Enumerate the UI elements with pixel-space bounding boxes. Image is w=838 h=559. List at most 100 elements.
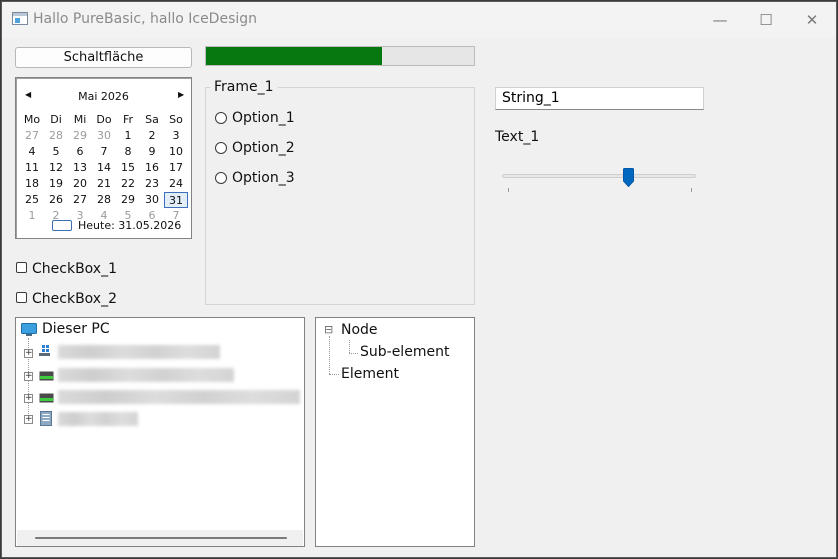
explorer-tree[interactable]: Dieser PC + + + + (15, 317, 305, 547)
calendar-week-row: 4 5 6 7 8 9 10 (20, 144, 188, 160)
drive-icon (39, 393, 54, 403)
collapse-icon[interactable]: ⊟ (324, 323, 333, 336)
calendar-month-label[interactable]: Mai 2026 (16, 90, 191, 103)
calendar-day[interactable]: 16 (140, 160, 164, 176)
calendar-day[interactable]: 15 (116, 160, 140, 176)
computer-icon (21, 323, 37, 336)
calendar-day[interactable]: 1 (20, 208, 44, 224)
calendar-day[interactable]: 20 (68, 176, 92, 192)
calendar-day[interactable]: 28 (92, 192, 116, 208)
title-bar: Hallo PureBasic, hallo IceDesign — ☐ ✕ (2, 2, 836, 38)
expand-icon[interactable]: + (24, 349, 33, 358)
next-month-icon[interactable]: ▶ (178, 90, 184, 99)
calendar-day[interactable]: 12 (44, 160, 68, 176)
tree-node-label[interactable]: Node (341, 322, 378, 338)
schaltflaeche-button[interactable]: Schaltfläche (15, 47, 192, 68)
calendar-day[interactable]: 19 (44, 176, 68, 192)
checkbox-2-label: CheckBox_2 (32, 291, 117, 307)
today-label[interactable]: Heute: 31.05.2026 (78, 219, 181, 232)
calendar-day[interactable]: 28 (44, 128, 68, 144)
calendar-day[interactable]: 7 (92, 144, 116, 160)
calendar-day[interactable]: 29 (68, 128, 92, 144)
calendar-day[interactable]: 6 (68, 144, 92, 160)
document-icon (40, 411, 52, 426)
calendar-day[interactable]: 24 (164, 176, 188, 192)
calendar-day[interactable]: 2 (140, 128, 164, 144)
calendar-week-row: 11 12 13 14 15 16 17 (20, 160, 188, 176)
expand-icon[interactable]: + (24, 415, 33, 424)
calendar-day[interactable]: 23 (140, 176, 164, 192)
horizontal-scrollbar[interactable] (17, 530, 303, 546)
explorer-root-label[interactable]: Dieser PC (42, 321, 110, 337)
weekday-label: So (169, 113, 183, 126)
expand-icon[interactable]: + (24, 372, 33, 381)
today-marker-icon (52, 220, 72, 231)
calendar-day[interactable]: 25 (20, 192, 44, 208)
progress-bar (205, 46, 475, 66)
weekday-label: Fr (122, 113, 134, 126)
calendar-day[interactable]: 5 (44, 144, 68, 160)
option-1-radio[interactable] (215, 112, 227, 124)
checkbox-2-box[interactable] (16, 292, 27, 303)
minimize-button[interactable]: — (697, 2, 743, 38)
drive-label-redacted[interactable] (58, 368, 234, 382)
app-window: Hallo PureBasic, hallo IceDesign — ☐ ✕ S… (1, 1, 837, 558)
checkbox-1-box[interactable] (16, 262, 27, 273)
calendar-day[interactable]: 21 (92, 176, 116, 192)
calendar-day[interactable]: 13 (68, 160, 92, 176)
maximize-button[interactable]: ☐ (743, 2, 789, 38)
trackbar-tick-start (508, 188, 509, 192)
drive-icon (39, 371, 54, 381)
drive-label-redacted[interactable] (58, 390, 300, 404)
weekday-label: Do (96, 113, 112, 126)
calendar-day[interactable]: 11 (20, 160, 44, 176)
option-3-radio[interactable] (215, 172, 227, 184)
tree-line (329, 374, 339, 375)
calendar-day[interactable]: 27 (68, 192, 92, 208)
calendar-day[interactable]: 3 (164, 128, 188, 144)
calendar-day[interactable]: 22 (116, 176, 140, 192)
weekday-label: Di (50, 113, 62, 126)
option-2-label: Option_2 (232, 140, 295, 156)
calendar-day[interactable]: 29 (116, 192, 140, 208)
maximize-icon: ☐ (759, 11, 773, 29)
scrollbar-thumb[interactable] (35, 537, 287, 539)
calendar-day[interactable]: 30 (92, 128, 116, 144)
calendar-day[interactable]: 17 (164, 160, 188, 176)
trackbar-thumb[interactable] (623, 168, 634, 187)
calendar-week-row: 27 28 29 30 1 2 3 (20, 128, 188, 144)
expand-icon[interactable]: + (24, 394, 33, 403)
calendar-day[interactable]: 10 (164, 144, 188, 160)
calendar-day[interactable]: 18 (20, 176, 44, 192)
calendar-day[interactable]: 1 (116, 128, 140, 144)
checkbox-1-label: CheckBox_1 (32, 261, 117, 277)
calendar-day-selected[interactable]: 31 (164, 192, 188, 208)
weekday-label: Mi (73, 113, 87, 126)
drive-label-redacted[interactable] (58, 412, 138, 426)
calendar-day[interactable]: 26 (44, 192, 68, 208)
weekday-label: Mo (23, 113, 41, 126)
tree-subelement-label[interactable]: Sub-element (360, 344, 449, 360)
frame-1-title: Frame_1 (210, 79, 278, 95)
calendar-day[interactable]: 8 (116, 144, 140, 160)
trackbar-track[interactable] (502, 174, 696, 178)
calendar-grid: Mo Di Mi Do Fr Sa So 27 28 29 30 1 2 3 4 5 6 7 8 9 10 11 12 13 1… (20, 112, 188, 224)
calendar-day[interactable]: 27 (20, 128, 44, 144)
progress-fill (206, 47, 382, 65)
tree-gadget[interactable]: ⊟ Node Sub-element Element (315, 317, 475, 547)
calendar-day[interactable]: 14 (92, 160, 116, 176)
drive-label-redacted[interactable] (58, 345, 220, 359)
close-button[interactable]: ✕ (789, 2, 835, 38)
calendar-day[interactable]: 30 (140, 192, 164, 208)
calendar-week-row: 18 19 20 21 22 23 24 (20, 176, 188, 192)
string-1-input[interactable]: String_1 (495, 87, 704, 110)
calendar-day[interactable]: 4 (20, 144, 44, 160)
calendar[interactable]: ◀ Mai 2026 ▶ Mo Di Mi Do Fr Sa So 27 28 29 30 1 2 3 4 5… (15, 77, 192, 239)
tree-line (349, 340, 350, 353)
minimize-icon: — (712, 11, 728, 29)
option-2-radio[interactable] (215, 142, 227, 154)
option-3-label: Option_3 (232, 170, 295, 186)
tree-element-label[interactable]: Element (341, 366, 399, 382)
calendar-day[interactable]: 9 (140, 144, 164, 160)
app-icon (12, 12, 28, 25)
